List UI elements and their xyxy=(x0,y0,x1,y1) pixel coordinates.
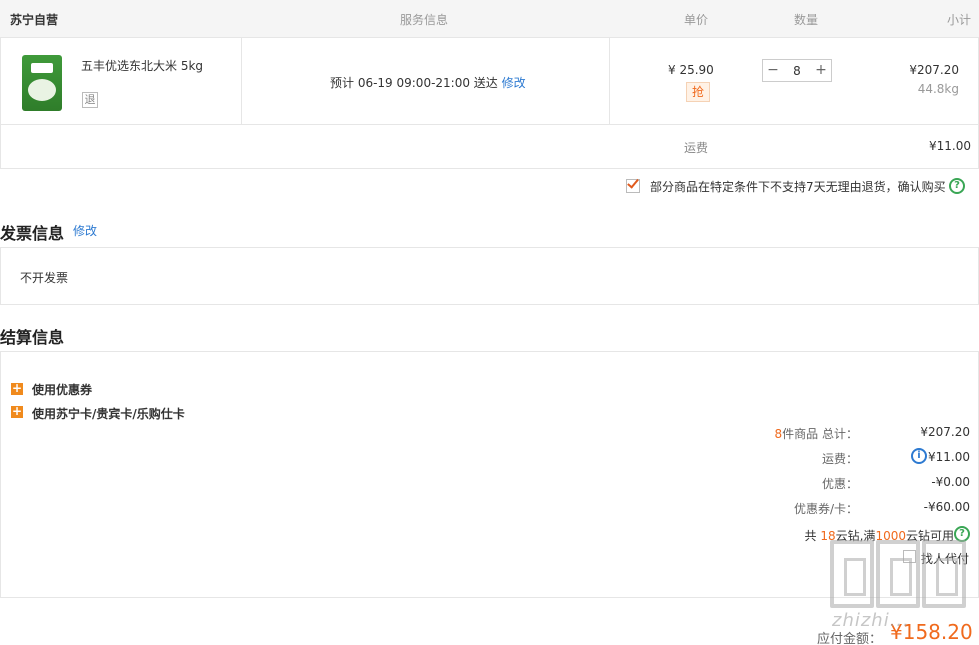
flash-sale-tag: 抢 xyxy=(686,82,710,102)
shipping-value: ¥11.00 xyxy=(929,139,971,153)
expand-coupon-icon[interactable]: + xyxy=(11,382,23,395)
item-count-label: 件商品 总计： xyxy=(782,427,858,441)
header-subtotal: 小计 xyxy=(946,13,971,27)
coupon-card-label: 优惠券/卡： xyxy=(793,502,858,516)
cart-header: 苏宁自营 服务信息 单价 数量 小计 xyxy=(0,0,979,38)
delivery-modify-link[interactable]: 修改 xyxy=(502,76,526,90)
bag-grain xyxy=(28,79,56,101)
checkmark-icon xyxy=(627,176,639,189)
qty-minus-button[interactable]: − xyxy=(763,60,783,81)
agree-text: 部分商品在特定条件下不支持7天无理由退货，确认购买 xyxy=(650,180,946,194)
delivery-text: 预计 06-19 09:00-21:00 送达 xyxy=(330,76,498,90)
coupon-card-value: -¥60.00 xyxy=(923,500,970,514)
item-subtotal: ¥207.20 xyxy=(909,63,959,77)
watermark-glyph xyxy=(922,540,966,608)
cell-divider xyxy=(609,38,610,124)
header-unit-price: 单价 xyxy=(684,13,709,27)
header-quantity: 数量 xyxy=(794,13,819,27)
invoice-modify-link[interactable]: 修改 xyxy=(73,222,97,239)
watermark-text: zhizhi... xyxy=(832,610,910,631)
settlement-title: 结算信息 xyxy=(0,328,65,347)
expand-card-icon[interactable]: + xyxy=(11,405,23,418)
shipping-row xyxy=(0,125,979,169)
header-service: 服务信息 xyxy=(400,13,449,27)
store-name: 苏宁自营 xyxy=(10,13,59,27)
help-icon[interactable]: ? xyxy=(949,178,965,194)
watermark-logo: zhizhi... xyxy=(830,540,970,640)
product-name[interactable]: 五丰优选东北大米 5kg xyxy=(81,57,203,74)
invoice-value: 不开发票 xyxy=(20,271,69,285)
watermark-glyph xyxy=(830,540,874,608)
qty-plus-button[interactable]: + xyxy=(811,60,831,81)
watermark-glyph xyxy=(876,540,920,608)
quantity-stepper: − 8 + xyxy=(762,59,832,82)
bag-label xyxy=(31,63,53,73)
summary-count-line: 8件商品 总计： xyxy=(718,425,858,442)
delivery-estimate: 预计 06-19 09:00-21:00 送达 修改 xyxy=(330,74,526,91)
item-weight: 44.8kg xyxy=(917,82,959,96)
cell-divider xyxy=(241,38,242,124)
shipping-label: 运费 xyxy=(684,141,709,155)
discount-label: 优惠： xyxy=(821,477,858,491)
agree-checkbox[interactable] xyxy=(626,176,640,193)
freight-value: ¥11.00 xyxy=(928,450,970,464)
freight-label: 运费： xyxy=(821,452,858,466)
unit-price: ¥ 25.90 xyxy=(668,63,714,77)
rice-bag-image[interactable] xyxy=(22,55,62,111)
return-badge: 退 xyxy=(82,92,98,108)
coupon-option[interactable]: 使用优惠券 xyxy=(32,381,92,398)
qty-input[interactable]: 8 xyxy=(783,60,811,81)
invoice-title: 发票信息 xyxy=(0,224,65,243)
card-option[interactable]: 使用苏宁卡/贵宾卡/乐购仕卡 xyxy=(32,405,185,422)
discount-value: -¥0.00 xyxy=(931,475,970,489)
invoice-box xyxy=(0,247,979,305)
diamond-prefix: 共 xyxy=(804,529,817,543)
summary-total: ¥207.20 xyxy=(920,425,970,439)
